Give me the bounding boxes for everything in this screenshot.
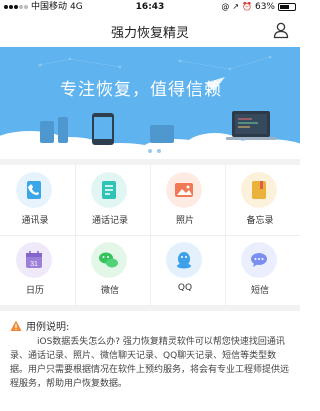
grid-item-wechat[interactable]: 微信	[75, 235, 150, 305]
contacts-icon	[16, 172, 52, 208]
sms-icon	[241, 242, 277, 278]
example-header: 用例说明:	[10, 318, 69, 333]
example-title: 用例说明:	[26, 322, 70, 333]
banner-slogan: 专注恢复，值得信赖	[60, 80, 222, 100]
grid-item-label: 微信	[100, 286, 119, 296]
memo-icon	[241, 172, 277, 208]
battery-percent: 63%	[254, 2, 275, 12]
grid-item-qq[interactable]: QQ	[150, 235, 225, 305]
nav-bar: 强力恢复精灵	[0, 14, 300, 46]
location-icon: @	[221, 2, 230, 11]
call-log-icon	[91, 172, 127, 208]
battery-icon	[278, 3, 296, 11]
section-divider	[0, 305, 300, 311]
grid-item-label: 短信	[250, 286, 269, 296]
banner-illustration	[0, 47, 300, 159]
example-text: iOS数据丢失怎么办? 强力恢复精灵软件可以帮您快速找回通讯录、通话记录、照片、…	[10, 337, 290, 389]
banner[interactable]: 专注恢复，值得信赖	[0, 47, 300, 159]
grid-item-photos[interactable]: 照片	[150, 165, 225, 235]
qq-icon	[166, 242, 202, 278]
user-icon[interactable]	[272, 21, 290, 39]
svg-text:31: 31	[30, 261, 38, 268]
grid-item-label: 通讯录	[21, 216, 49, 226]
alarm-icon: ⏰	[242, 2, 252, 11]
grid-item-call-log[interactable]: 通话记录	[75, 165, 150, 235]
rotation-lock-icon: ↗	[232, 2, 240, 11]
calendar-icon: 31	[16, 242, 52, 278]
grid-item-sms[interactable]: 短信	[225, 235, 300, 305]
recovery-grid: 通讯录 通话记录 照片 备忘录 31 日历 微信 QQ 短信	[0, 165, 300, 305]
status-bar: 中国移动 4G 16:43 @ ↗ ⏰ 63%	[0, 0, 300, 14]
grid-item-label: 通话记录	[91, 216, 128, 226]
photo-icon	[166, 172, 202, 208]
grid-item-contacts[interactable]: 通讯录	[0, 165, 75, 235]
grid-item-label: 备忘录	[246, 216, 274, 226]
status-right: @ ↗ ⏰ 63%	[221, 0, 296, 14]
grid-item-label: QQ	[177, 283, 193, 293]
grid-item-label: 日历	[25, 286, 44, 296]
warning-icon	[10, 320, 22, 331]
grid-item-label: 照片	[175, 216, 194, 226]
page-title: 强力恢复精灵	[110, 26, 189, 41]
wechat-icon	[91, 242, 127, 278]
grid-item-memo[interactable]: 备忘录	[225, 165, 300, 235]
grid-item-calendar[interactable]: 31 日历	[0, 235, 75, 305]
